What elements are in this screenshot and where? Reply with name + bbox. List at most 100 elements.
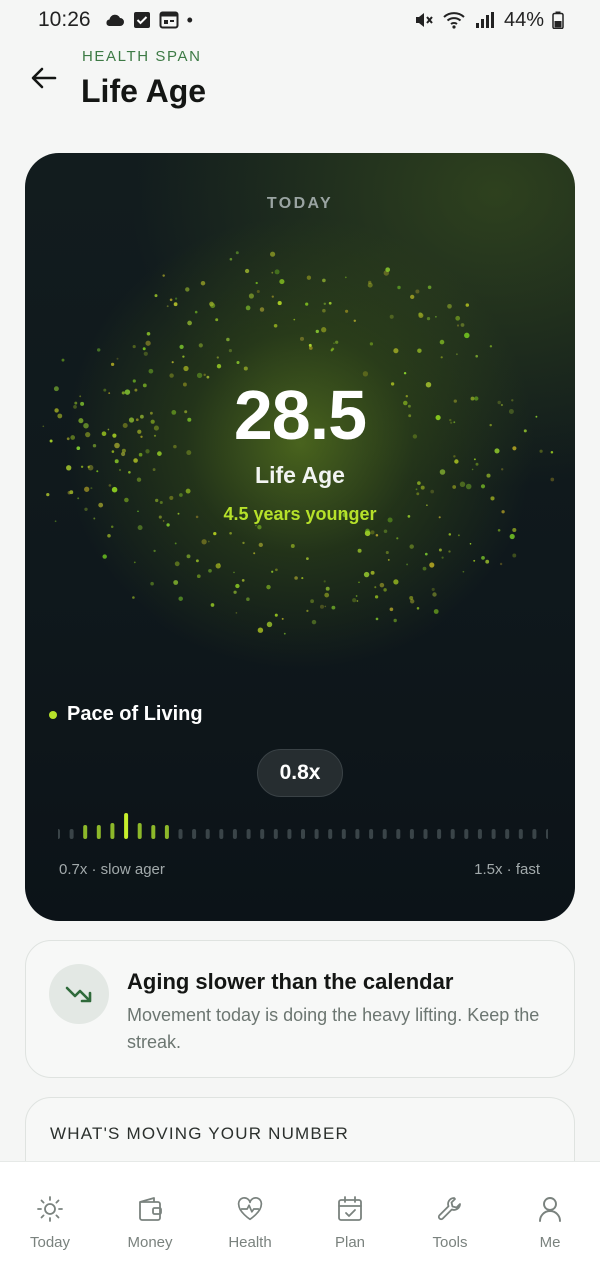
particle-dot [257, 627, 264, 633]
particle-dot [306, 275, 312, 280]
pace-scale-tick [505, 829, 510, 839]
back-button[interactable] [26, 62, 62, 98]
pace-scale-tick [151, 825, 156, 839]
particle-dot [321, 327, 327, 333]
particle-dot [266, 621, 273, 628]
particle-dot [397, 285, 401, 290]
particle-dot [133, 561, 136, 564]
particle-dot [253, 552, 256, 555]
particle-dot [198, 343, 203, 348]
particle-dot [271, 570, 274, 573]
particle-dot [370, 570, 375, 575]
particle-dot [174, 542, 177, 545]
particle-dot [207, 540, 210, 543]
particle-dot [324, 605, 327, 608]
heart-pulse-icon [235, 1194, 265, 1224]
particle-dot [393, 618, 397, 623]
particle-dot [299, 336, 305, 341]
particle-dot [61, 358, 65, 362]
nav-item-health[interactable]: Health [200, 1162, 300, 1266]
particle-dot [441, 556, 444, 559]
particle-dot [229, 531, 232, 535]
nav-item-money[interactable]: Money [100, 1162, 200, 1266]
particle-dot [460, 323, 465, 327]
insight-card[interactable]: Aging slower than the calendar Movement … [25, 940, 575, 1078]
pace-scale-tick [192, 829, 197, 839]
particle-dot [473, 559, 476, 562]
nav-item-today[interactable]: Today [0, 1162, 100, 1266]
nav-item-plan[interactable]: Plan [300, 1162, 400, 1266]
particle-dot [306, 609, 309, 613]
pace-scale-tick [137, 823, 142, 839]
particle-dot [107, 534, 111, 538]
particle-dot [69, 490, 74, 495]
pace-scale-tick [96, 825, 101, 839]
particle-dot [439, 339, 445, 345]
particle-dot [406, 563, 409, 566]
pace-scale-tick [437, 829, 442, 839]
particle-dot [325, 586, 330, 591]
particle-dot [185, 287, 190, 292]
moving-number-title: WHAT'S MOVING YOUR NUMBER [50, 1124, 349, 1143]
particle-dot [178, 596, 183, 601]
particle-dot [367, 282, 373, 288]
particle-dot [145, 340, 151, 346]
pace-scale-tick [382, 829, 387, 839]
particle-dot [279, 279, 285, 285]
pace-scale-tick [83, 825, 88, 839]
pace-scale-tick [164, 825, 169, 839]
particle-dot [201, 539, 207, 545]
particle-dot [179, 493, 183, 497]
particle-dot [248, 293, 254, 299]
pace-scale-tick [287, 829, 292, 839]
particle-dot [387, 558, 390, 561]
particle-dot [256, 289, 260, 294]
particle-dot [385, 267, 391, 273]
particle-dot [210, 603, 215, 607]
insight-title: Aging slower than the calendar [127, 969, 454, 994]
particle-dot [410, 294, 415, 300]
section-eyebrow: HEALTH SPAN [82, 48, 202, 65]
particle-dot [453, 455, 456, 458]
particle-dot [311, 619, 317, 625]
particle-dot [433, 609, 439, 614]
pace-scale-tick [341, 829, 346, 839]
pace-scale-tick [232, 829, 237, 839]
particle-dot [323, 302, 327, 306]
particle-dot [174, 561, 180, 567]
particle-dot [235, 251, 239, 255]
particle-dot [457, 534, 460, 537]
scale-min-label: 0.7x · slow ager [59, 861, 165, 878]
nav-item-tools[interactable]: Tools [400, 1162, 500, 1266]
particle-dot [426, 316, 431, 321]
particle-dot [169, 298, 173, 302]
nav-item-me[interactable]: Me [500, 1162, 600, 1266]
particle-dot [429, 562, 435, 568]
particle-dot [365, 528, 370, 534]
particle-dot [455, 353, 458, 356]
trending-down-icon [49, 964, 109, 1024]
particle-dot [162, 274, 165, 277]
particle-dot [258, 542, 263, 548]
particle-dot [244, 268, 250, 274]
particle-dot [233, 590, 237, 594]
wallet-icon [135, 1194, 165, 1224]
pace-scale-tick [273, 829, 278, 839]
particle-dot [137, 525, 143, 531]
particle-dot [96, 348, 101, 352]
particle-dot [358, 581, 360, 584]
particle-dot [270, 251, 276, 257]
particle-dot [273, 324, 278, 328]
particle-dot [148, 368, 154, 374]
particle-dot [266, 584, 271, 590]
particle-dot [196, 574, 201, 579]
pace-scale[interactable] [58, 813, 548, 847]
particle-dot [283, 632, 286, 635]
pace-scale-tick [396, 829, 401, 839]
particle-dot [226, 337, 230, 342]
particle-dot [175, 297, 178, 300]
particle-dot [146, 332, 151, 336]
pace-scale-tick [328, 829, 333, 839]
particle-dot [215, 318, 219, 322]
particle-dot [330, 349, 333, 352]
